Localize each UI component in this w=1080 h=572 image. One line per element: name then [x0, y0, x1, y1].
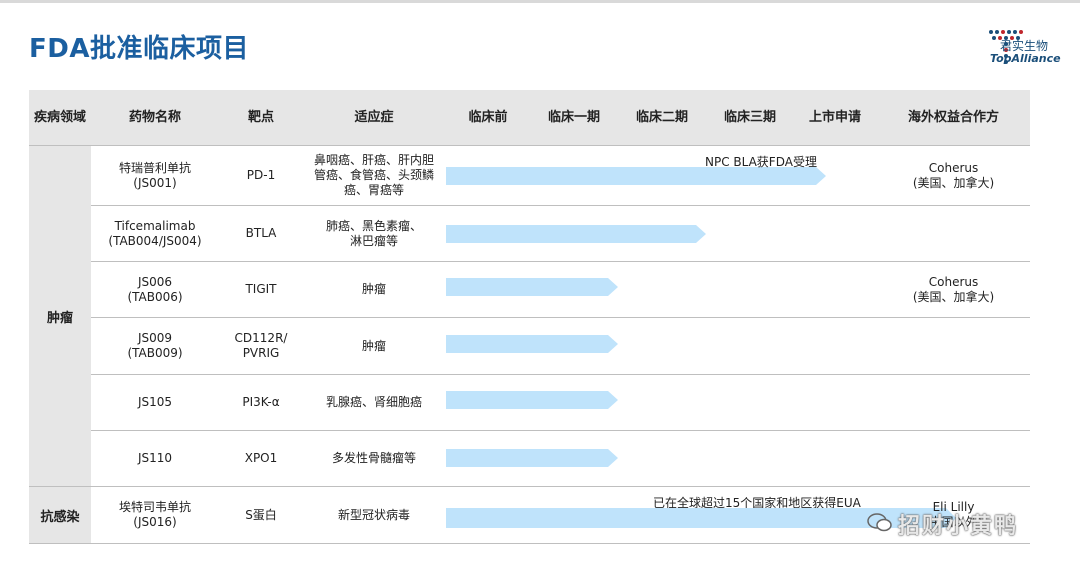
pipeline-table: 疾病领域 药物名称 靶点 适应症 临床前 临床一期 临床二期 临床三期 上市申请… [29, 90, 1030, 544]
partner-line: (美国、加拿大) [912, 175, 995, 190]
drug-name-cell: Tifcemalimab (TAB004/JS004) [91, 206, 219, 261]
indication-line: 管癌、食管癌、头颈鳞 [313, 168, 434, 182]
drug-name-line: (TAB006) [127, 289, 183, 304]
partner-line: Coherus [928, 160, 979, 175]
drug-name-line: 埃特司韦单抗 [118, 500, 191, 514]
indication-cell: 鼻咽癌、肝癌、肝内胆 管癌、食管癌、头颈鳞 癌、胃癌等 [303, 146, 445, 205]
indication-line: 肺癌、黑色素瘤、 [325, 218, 422, 233]
target-line: PI3K-α [242, 395, 280, 409]
row-divider [29, 543, 1030, 544]
indication-line: 癌、胃癌等 [343, 183, 404, 197]
progress-bar [446, 449, 618, 467]
progress-bar [446, 391, 618, 409]
target-line: S蛋白 [245, 507, 277, 522]
header-target: 靶点 [247, 110, 274, 125]
target-cell: PI3K-α [219, 375, 303, 430]
header-overseas-partner: 海外权益合作方 [907, 110, 999, 125]
target-cell: PD-1 [219, 146, 303, 205]
drug-name-line: JS110 [137, 451, 173, 465]
indication-line: 鼻咽癌、肝癌、肝内胆 [313, 153, 434, 167]
table-header: 疾病领域 药物名称 靶点 适应症 临床前 临床一期 临床二期 临床三期 上市申请… [29, 90, 1030, 145]
logo-english-name: TopAlliance [990, 52, 1061, 65]
progress-bar [446, 278, 618, 296]
partner-line: Coherus [928, 274, 979, 289]
drug-name-cell: JS105 [91, 375, 219, 430]
drug-name-cell: JS110 [91, 431, 219, 486]
drug-name-line: (JS001) [133, 175, 177, 190]
target-line: TIGIT [245, 282, 277, 296]
header-phase1: 临床一期 [547, 110, 600, 125]
indication-line: 淋巴瘤等 [349, 233, 398, 248]
partner-line: (美国、加拿大) [912, 289, 995, 304]
drug-name-cell: JS009 (TAB009) [91, 318, 219, 374]
header-phase3: 临床三期 [723, 110, 776, 125]
indication-cell: 肿瘤 [303, 318, 445, 374]
wechat-icon [867, 513, 892, 532]
header-preclinical: 临床前 [468, 110, 508, 125]
page-title: FDA批准临床项目 [29, 34, 249, 64]
drug-name-line: 特瑞普利单抗 [118, 160, 191, 175]
drug-name-line: JS006 [137, 274, 173, 289]
indication-line: 肿瘤 [361, 282, 386, 296]
drug-name-line: (TAB009) [127, 346, 183, 360]
target-line: PD-1 [246, 168, 276, 182]
drug-name-line: (JS016) [133, 515, 177, 529]
header-disease-area: 疾病领域 [33, 110, 86, 125]
drug-name-line: JS009 [137, 331, 173, 345]
target-cell: XPO1 [219, 431, 303, 486]
target-line: PVRIG [242, 346, 280, 360]
target-cell: BTLA [219, 206, 303, 261]
header-drug-name: 药物名称 [128, 110, 181, 125]
target-cell: CD112R/ PVRIG [219, 318, 303, 374]
header-indication: 适应症 [354, 110, 394, 125]
indication-cell: 乳腺癌、肾细胞癌 [303, 375, 445, 430]
indication-line: 肿瘤 [361, 338, 386, 353]
target-cell: TIGIT [219, 262, 303, 317]
indication-cell: 肿瘤 [303, 262, 445, 317]
indication-line: 新型冠状病毒 [337, 507, 410, 522]
progress-bar [446, 335, 618, 353]
target-cell: S蛋白 [219, 487, 303, 543]
target-line: CD112R/ [234, 331, 288, 345]
partner-cell: Coherus (美国、加拿大) [877, 262, 1030, 317]
indication-cell: 肺癌、黑色素瘤、 淋巴瘤等 [303, 206, 445, 261]
top-divider [0, 0, 1080, 3]
indication-line: 多发性骨髓瘤等 [331, 451, 416, 465]
partner-cell: Coherus (美国、加拿大) [877, 146, 1030, 205]
milestone-note: NPC BLA获FDA受理 [705, 155, 817, 169]
group-oncology: 肿瘤 [29, 146, 91, 486]
drug-name-line: JS105 [137, 395, 173, 409]
target-line: XPO1 [244, 451, 278, 465]
group-infection: 抗感染 [29, 487, 91, 543]
header-marketing-application: 上市申请 [808, 110, 861, 125]
target-line: BTLA [245, 226, 277, 240]
progress-bar [446, 225, 706, 243]
drug-name-cell: 特瑞普利单抗 (JS001) [91, 146, 219, 205]
drug-name-line: Tifcemalimab [114, 218, 196, 233]
header-phase2: 临床二期 [635, 110, 688, 125]
drug-name-cell: 埃特司韦单抗 (JS016) [91, 487, 219, 543]
watermark: 招财小黄鸭 [898, 514, 1019, 539]
indication-cell: 多发性骨髓瘤等 [303, 431, 445, 486]
drug-name-cell: JS006 (TAB006) [91, 262, 219, 317]
indication-cell: 新型冠状病毒 [303, 487, 445, 543]
drug-name-line: (TAB004/JS004) [108, 233, 202, 248]
indication-line: 乳腺癌、肾细胞癌 [325, 395, 422, 409]
